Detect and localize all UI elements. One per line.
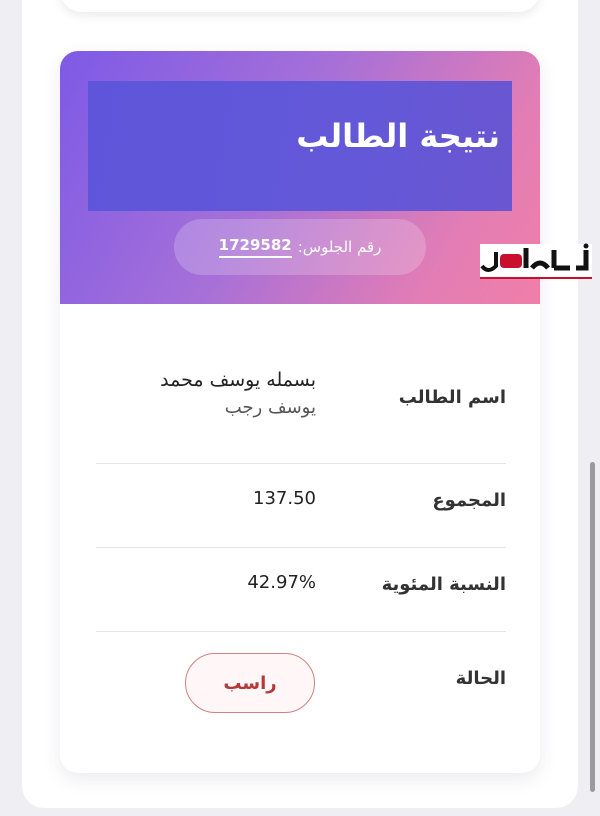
seat-number-pill: رقم الجلوس: 1729582	[174, 219, 426, 275]
previous-card	[60, 0, 540, 12]
total-label: المجموع	[432, 490, 506, 511]
name-label: اسم الطالب	[398, 387, 506, 408]
total-value: 137.50	[253, 488, 316, 509]
result-title: نتيجة الطالب	[296, 117, 500, 155]
name-value: بسمله يوسف محمد يوسف رجب	[160, 369, 316, 418]
seat-number-value: 1729582	[218, 236, 292, 258]
seat-number-label: رقم الجلوس:	[297, 238, 382, 256]
result-header: نتيجة الطالب رقم الجلوس: 1729582	[60, 51, 540, 304]
percentage-label: النسبة المئوية	[381, 574, 506, 595]
name-value-line1: بسمله يوسف محمد	[160, 369, 316, 391]
percentage-value: 42.97%	[247, 572, 316, 593]
divider	[96, 463, 506, 464]
status-label: الحالة	[455, 668, 506, 689]
divider	[96, 631, 506, 632]
ahl-masr-logo	[478, 240, 594, 284]
student-result-card: نتيجة الطالب رقم الجلوس: 1729582 اسم الط…	[60, 51, 540, 773]
name-value-line2: يوسف رجب	[224, 397, 316, 418]
status-badge: راسب	[185, 653, 315, 713]
scrollbar[interactable]	[590, 462, 595, 792]
divider	[96, 547, 506, 548]
